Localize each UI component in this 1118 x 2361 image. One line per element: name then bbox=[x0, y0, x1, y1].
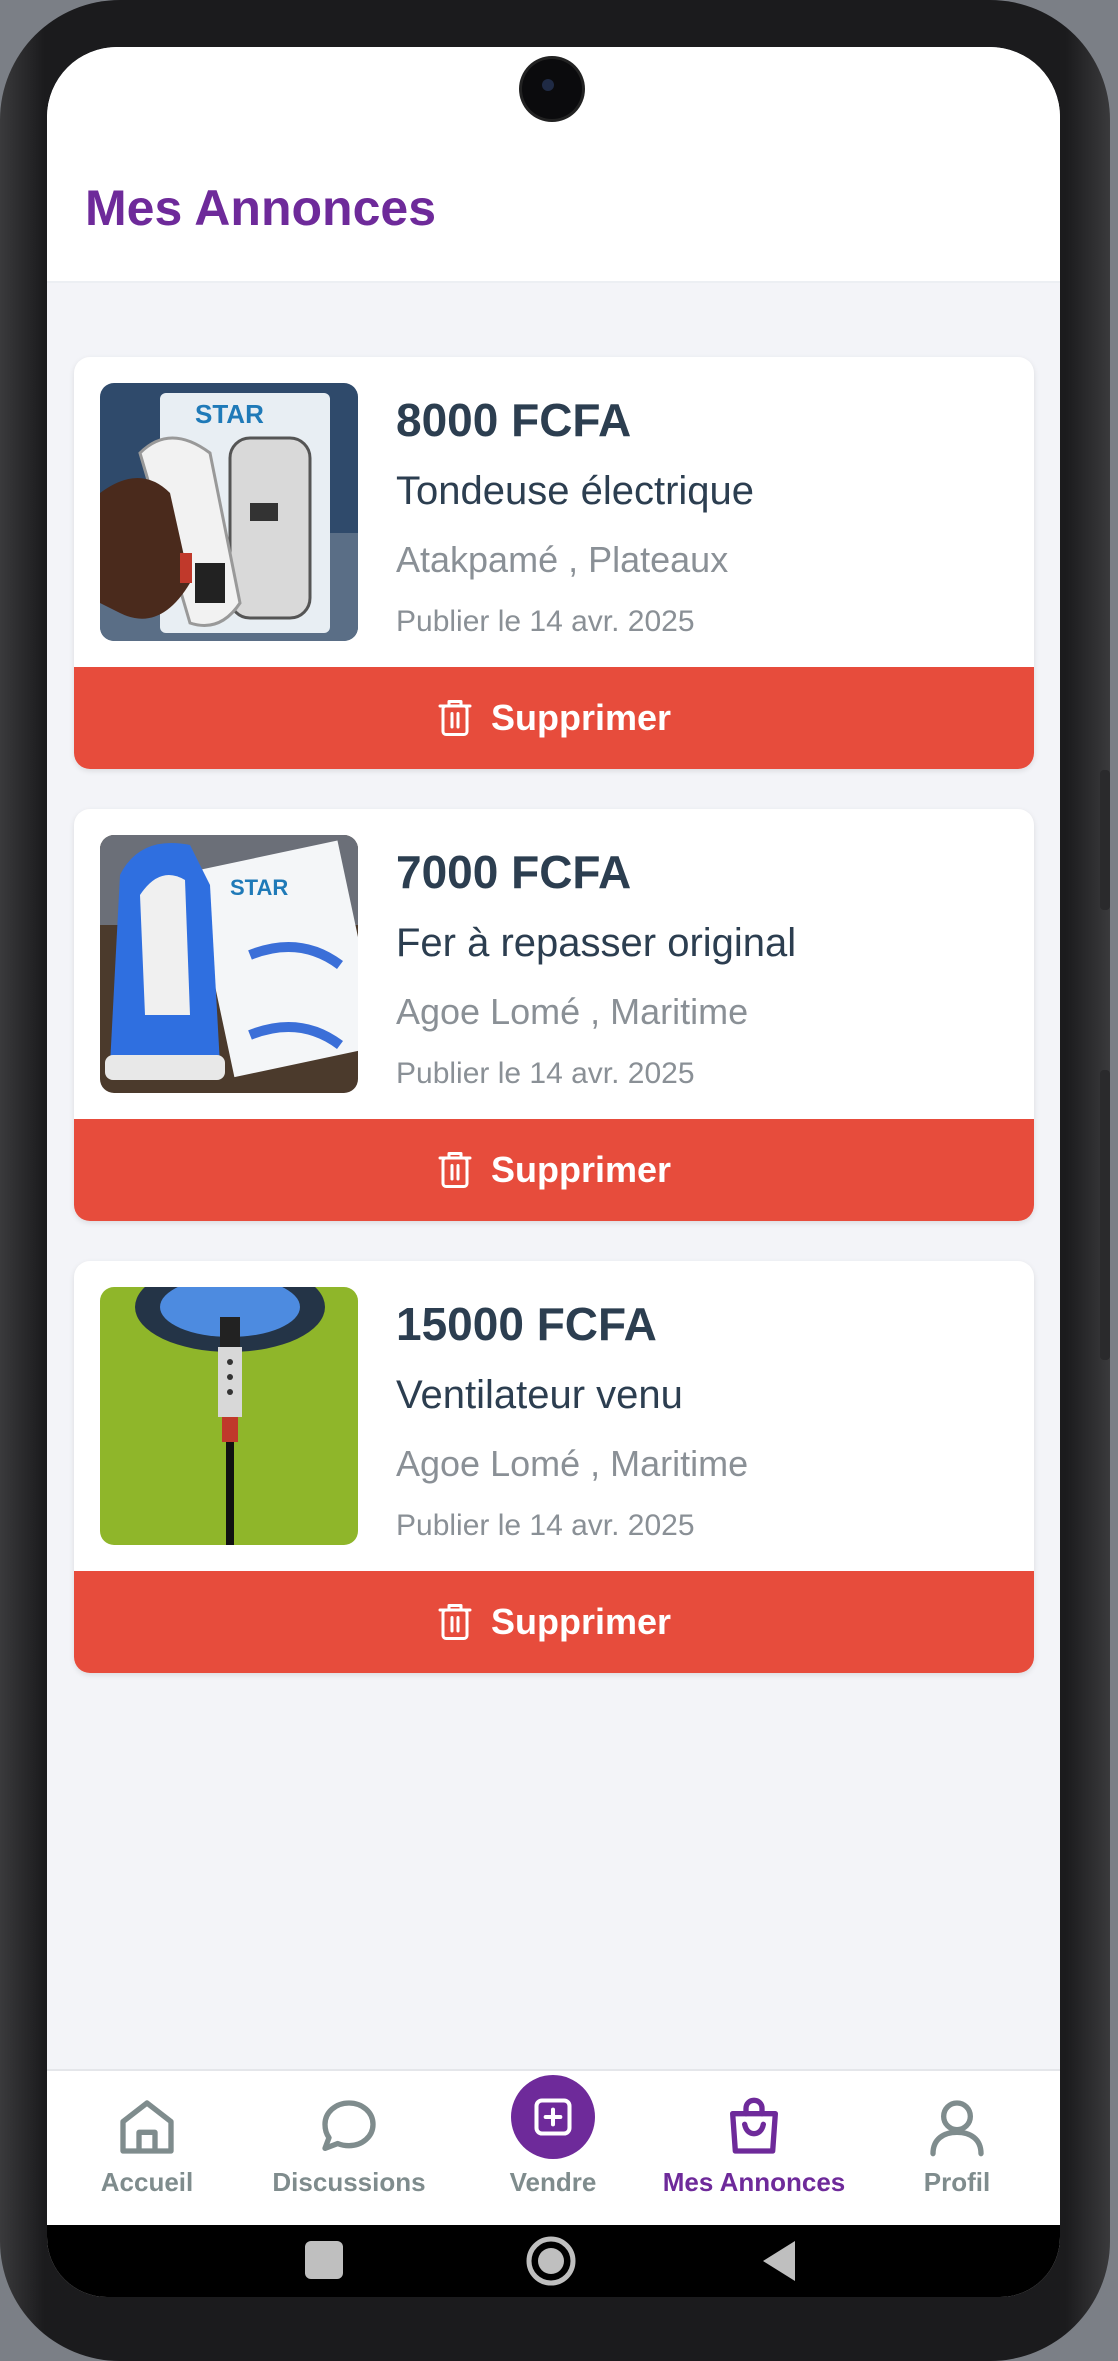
listing-location: Agoe Lomé , Maritime bbox=[396, 991, 749, 1032]
phone-frame: Mes Annonces STAR 8000 FCFA Tondeuse éle… bbox=[0, 0, 1110, 2361]
nav-mes-annonces[interactable]: Mes Annonces bbox=[654, 2071, 854, 2227]
svg-text:STAR: STAR bbox=[195, 399, 264, 429]
listing-card[interactable]: 15000 FCFA Ventilateur venu Agoe Lomé , … bbox=[74, 1261, 1034, 1673]
delete-label: Supprimer bbox=[490, 1601, 672, 1642]
nav-label: Profil bbox=[923, 2167, 991, 2197]
listing-title: Fer à repasser original bbox=[396, 921, 797, 965]
system-navigation-bar bbox=[47, 2225, 1060, 2297]
nav-vendre[interactable]: Vendre bbox=[453, 2071, 653, 2227]
home-icon bbox=[120, 2100, 174, 2154]
listing-card[interactable]: STAR 7000 FCFA Fer à repasser original A… bbox=[74, 809, 1034, 1221]
home-system-icon[interactable] bbox=[525, 2235, 577, 2287]
trash-icon bbox=[438, 1604, 472, 1640]
chat-icon bbox=[322, 2100, 376, 2151]
page-title: Mes Annonces bbox=[85, 180, 437, 236]
trash-icon bbox=[438, 1152, 472, 1188]
listing-image[interactable]: STAR bbox=[100, 835, 358, 1093]
delete-label: Supprimer bbox=[490, 1149, 672, 1190]
sell-button[interactable] bbox=[511, 2075, 595, 2159]
listing-date: Publier le 14 avr. 2025 bbox=[396, 1057, 695, 1090]
listing-date: Publier le 14 avr. 2025 bbox=[396, 605, 695, 638]
listing-date: Publier le 14 avr. 2025 bbox=[396, 1509, 695, 1542]
bottom-nav: Accueil Discussions Vendre Mes Annonces … bbox=[47, 2069, 1060, 2227]
delete-button[interactable]: Supprimer bbox=[74, 1119, 1034, 1221]
shopping-bag-icon bbox=[730, 2097, 778, 2154]
listing-image[interactable]: STAR bbox=[100, 383, 358, 641]
nav-label: Discussions bbox=[272, 2167, 426, 2197]
back-icon[interactable] bbox=[759, 2239, 799, 2283]
screen: Mes Annonces STAR 8000 FCFA Tondeuse éle… bbox=[47, 47, 1060, 2297]
listing-title: Ventilateur venu bbox=[396, 1373, 683, 1417]
trash-icon bbox=[438, 700, 472, 736]
listing-price: 8000 FCFA bbox=[396, 394, 632, 446]
delete-button[interactable]: Supprimer bbox=[74, 667, 1034, 769]
listing-location: Agoe Lomé , Maritime bbox=[396, 1443, 749, 1484]
front-camera bbox=[522, 59, 582, 119]
svg-text:STAR: STAR bbox=[230, 875, 288, 900]
listings-list: STAR 8000 FCFA Tondeuse électrique Atakp… bbox=[47, 283, 1060, 2069]
nav-label: Mes Annonces bbox=[662, 2167, 846, 2197]
listing-image[interactable] bbox=[100, 1287, 358, 1545]
user-icon bbox=[930, 2100, 984, 2157]
listing-price: 15000 FCFA bbox=[396, 1298, 657, 1350]
nav-label: Accueil bbox=[100, 2167, 194, 2197]
plus-square-icon bbox=[534, 2098, 572, 2136]
delete-label: Supprimer bbox=[490, 697, 672, 738]
listing-title: Tondeuse électrique bbox=[396, 469, 755, 513]
power-button bbox=[1100, 1070, 1110, 1360]
listing-price: 7000 FCFA bbox=[396, 846, 632, 898]
listing-location: Atakpamé , Plateaux bbox=[396, 539, 729, 580]
nav-discussions[interactable]: Discussions bbox=[249, 2071, 449, 2227]
recents-icon[interactable] bbox=[305, 2241, 343, 2279]
volume-button bbox=[1100, 770, 1110, 910]
app-header: Mes Annonces bbox=[47, 47, 1060, 283]
nav-profil[interactable]: Profil bbox=[857, 2071, 1057, 2227]
listing-card[interactable]: STAR 8000 FCFA Tondeuse électrique Atakp… bbox=[74, 357, 1034, 769]
delete-button[interactable]: Supprimer bbox=[74, 1571, 1034, 1673]
nav-accueil[interactable]: Accueil bbox=[47, 2071, 247, 2227]
nav-label: Vendre bbox=[509, 2167, 597, 2197]
